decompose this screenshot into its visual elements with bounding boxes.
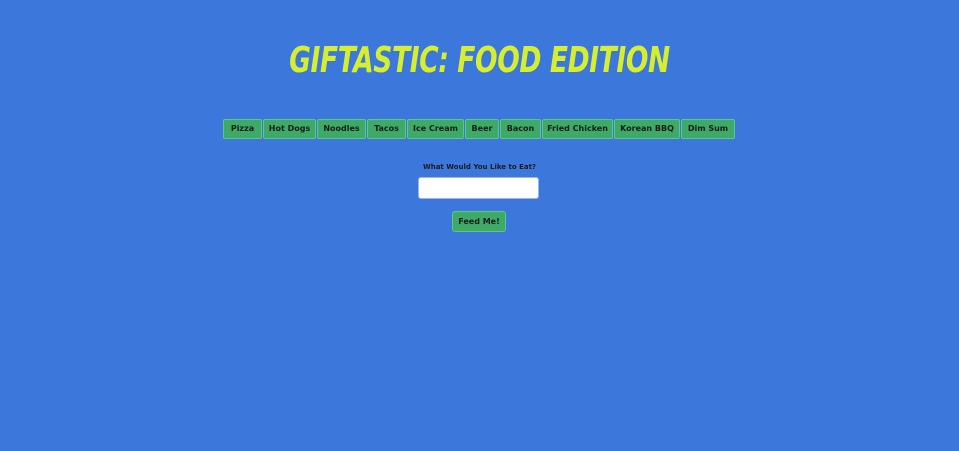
food-button-korean-bbq[interactable]: Korean BBQ [614,119,680,139]
food-button-ice-cream[interactable]: Ice Cream [407,119,464,139]
food-button-pizza[interactable]: Pizza [223,119,262,139]
page-title: Giftastic: Food Edition [289,40,670,81]
food-button-hot-dogs[interactable]: Hot Dogs [263,119,316,139]
food-button-noodles[interactable]: Noodles [317,119,366,139]
food-button-bacon[interactable]: Bacon [500,119,541,139]
food-button-beer[interactable]: Beer [465,119,499,139]
food-input[interactable] [418,177,539,199]
food-button-fried-chicken[interactable]: Fried Chicken [542,119,613,139]
feed-me-button[interactable]: Feed Me! [452,211,506,232]
food-input-label: What Would You Like to Eat? [423,163,536,171]
food-button-tacos[interactable]: Tacos [367,119,406,139]
food-button-dim-sum[interactable]: Dim Sum [681,119,735,139]
food-button-bar: Pizza Hot Dogs Noodles Tacos Ice Cream B… [223,119,735,139]
